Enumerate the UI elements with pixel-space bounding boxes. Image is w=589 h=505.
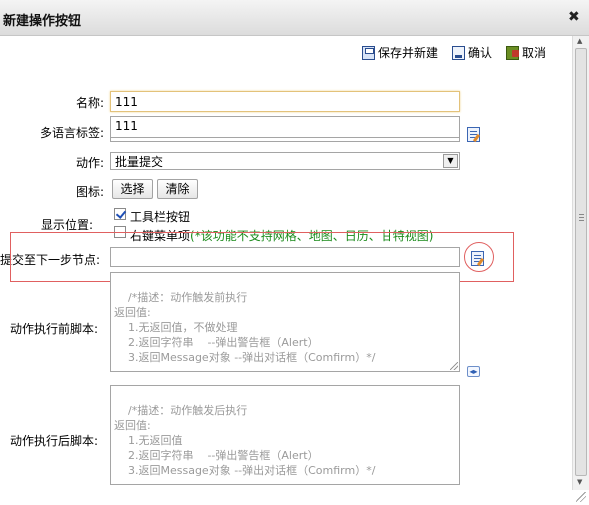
close-icon[interactable]: ✖ [568, 9, 580, 25]
toolbar: 保存并新建 确认 取消 [348, 44, 546, 61]
action-select[interactable]: 批量提交 ▼ [110, 152, 460, 170]
save-icon [361, 45, 375, 60]
scroll-down-icon[interactable]: ▼ [577, 478, 582, 486]
i18n-input[interactable]: 111 [110, 116, 460, 138]
grip-line [579, 220, 584, 221]
confirm-button[interactable]: 确认 [451, 44, 492, 61]
dialog-footer [0, 490, 589, 505]
resize-grip-icon[interactable] [576, 492, 586, 502]
confirm-icon [451, 45, 465, 60]
after-script-textarea[interactable]: /*描述：动作触发后执行 返回值: 1.无返回值 2.返回字符串 --弹出警告框… [110, 385, 460, 485]
toolbar-button-label: 工具栏按钮 [130, 210, 191, 224]
i18n-input-lower [110, 138, 460, 142]
before-script-text: /*描述：动作触发前执行 返回值: 1.无返回值，不做处理 2.返回字符串 --… [114, 291, 376, 364]
icon-clear-button[interactable]: 清除 [157, 179, 198, 199]
dialog-titlebar: 新建操作按钮 ✖ [0, 0, 589, 36]
cancel-button[interactable]: 取消 [505, 44, 546, 61]
cancel-label: 取消 [521, 46, 546, 60]
icon-select-button[interactable]: 选择 [112, 179, 153, 199]
highlight-circle [464, 242, 494, 272]
i18n-label: 多语言标签: [39, 126, 104, 140]
name-label: 名称: [75, 96, 104, 110]
save-and-new-button[interactable]: 保存并新建 [361, 44, 438, 61]
dialog-content: 保存并新建 确认 取消 名称: 多语言标签: 111 动作: 批量提交 ▼ 图标… [0, 36, 572, 490]
dialog-title: 新建操作按钮 [3, 14, 82, 29]
vertical-scrollbar[interactable]: ▲ ▼ [572, 36, 589, 490]
icon-label: 图标: [75, 185, 104, 199]
resize-handle[interactable] [450, 362, 458, 370]
action-select-value: 批量提交 [115, 154, 164, 169]
after-script-text: /*描述：动作触发后执行 返回值: 1.无返回值 2.返回字符串 --弹出警告框… [114, 404, 376, 477]
name-input[interactable] [110, 91, 460, 112]
chevron-down-icon: ▼ [443, 154, 458, 168]
toolbar-button-checkbox[interactable] [114, 208, 126, 220]
save-and-new-label: 保存并新建 [377, 46, 438, 60]
scroll-up-icon[interactable]: ▲ [577, 37, 582, 45]
scrollbar-thumb[interactable] [575, 48, 587, 476]
before-script-textarea[interactable]: /*描述：动作触发前执行 返回值: 1.无返回值，不做处理 2.返回字符串 --… [110, 272, 460, 372]
cancel-icon [505, 45, 519, 60]
before-script-label: 动作执行前脚本: [9, 322, 98, 336]
grip-line [579, 217, 584, 218]
before-script-expand-icon[interactable]: ◂▸ [467, 366, 480, 377]
after-script-label: 动作执行后脚本: [9, 434, 98, 448]
confirm-label: 确认 [467, 46, 492, 60]
action-label: 动作: [75, 156, 104, 170]
i18n-edit-icon[interactable] [467, 127, 480, 142]
position-label: 显示位置: [40, 218, 93, 232]
grip-line [579, 214, 584, 215]
